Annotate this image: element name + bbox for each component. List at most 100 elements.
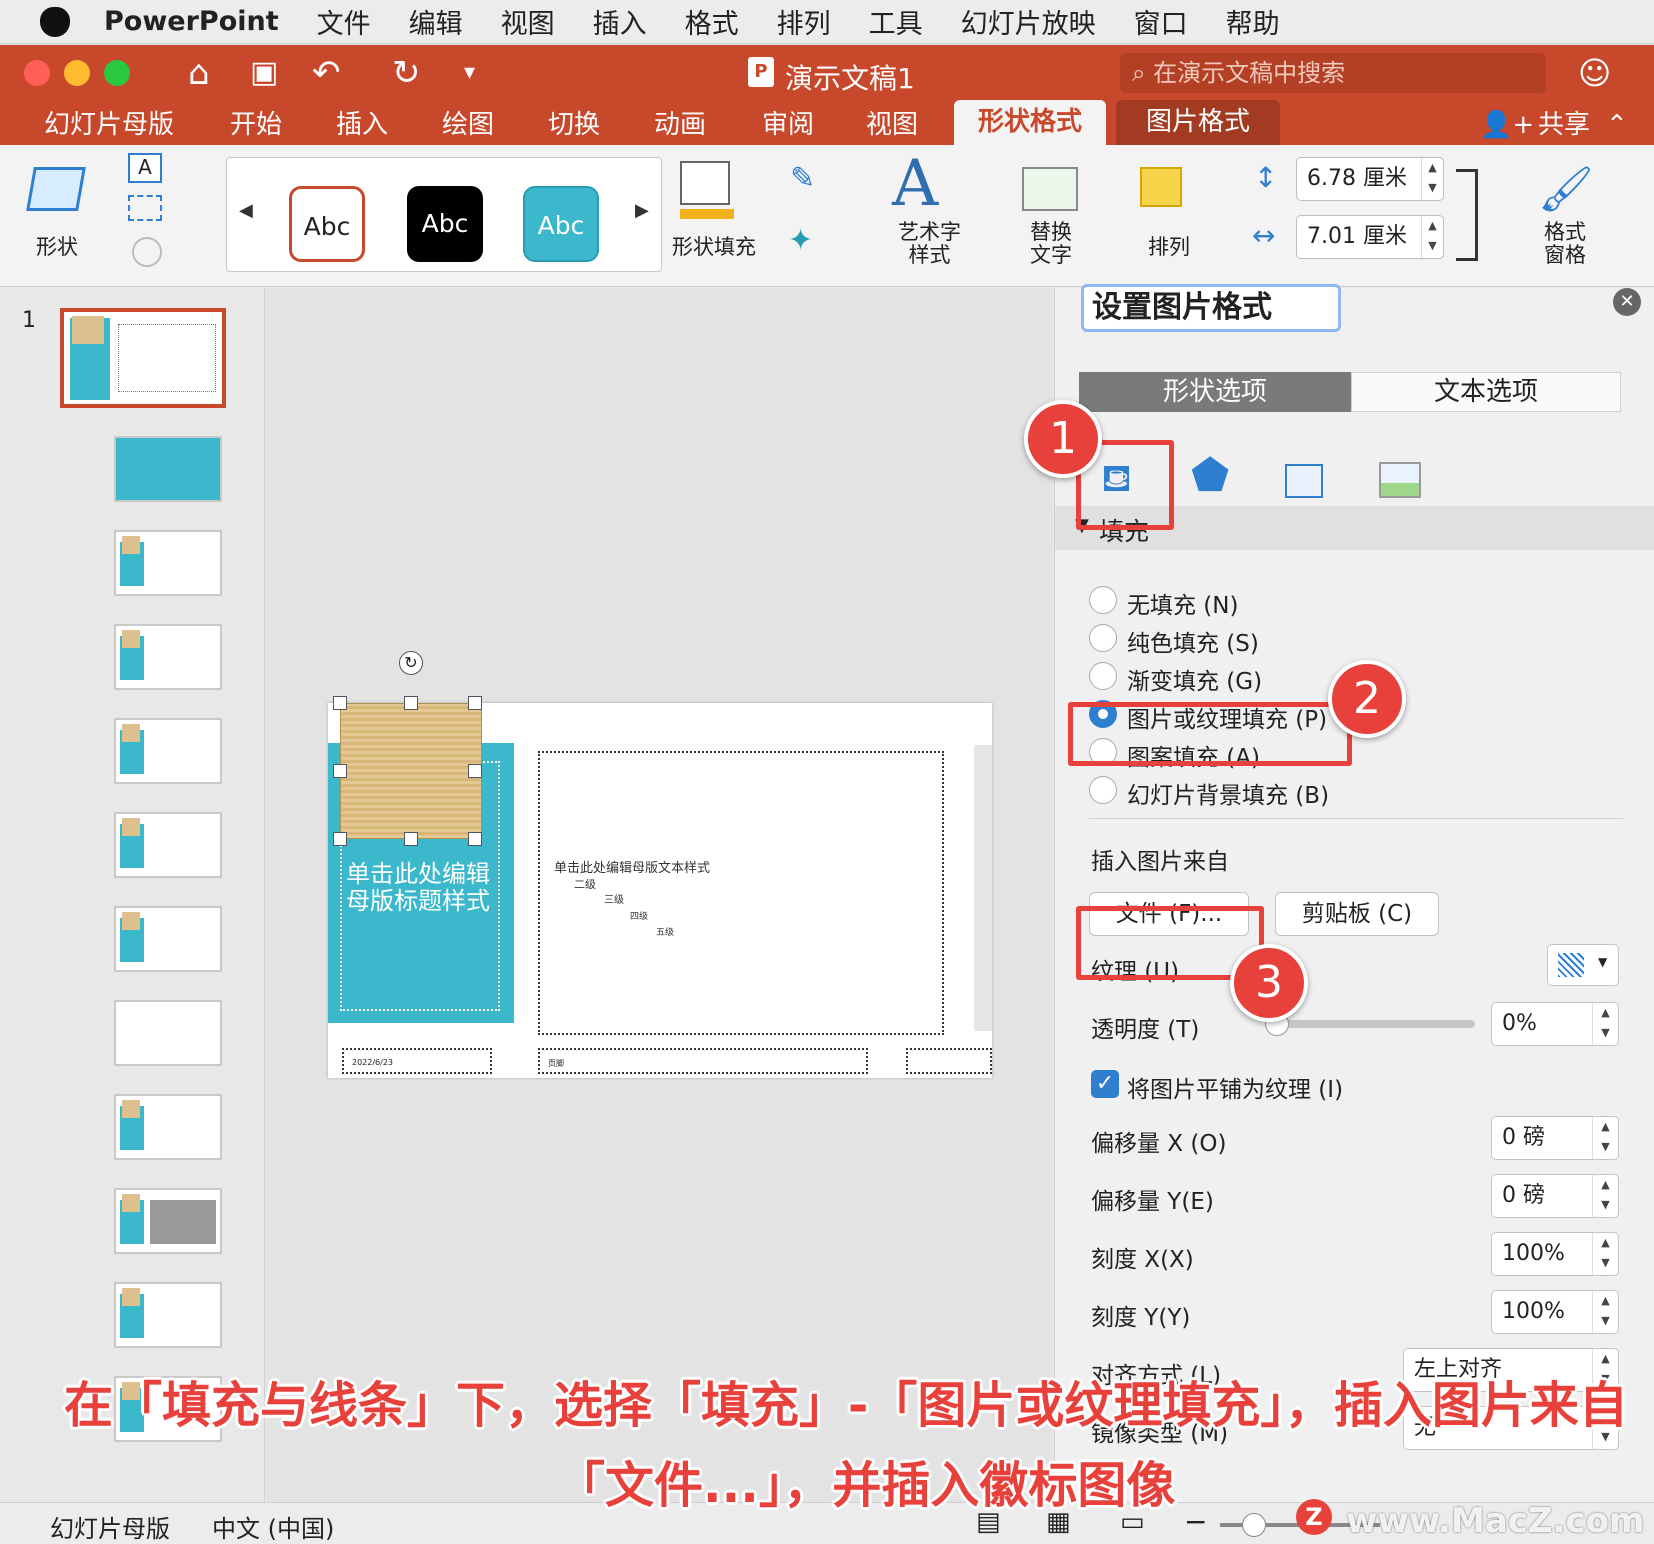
minimize-window-button[interactable] — [64, 60, 90, 86]
search-input[interactable]: ⌕ 在演示文稿中搜索 — [1120, 53, 1546, 93]
tab-picture-format[interactable]: 图片格式 — [1116, 100, 1281, 145]
resize-handle[interactable] — [468, 832, 482, 846]
menu-slideshow[interactable]: 幻灯片放映 — [961, 2, 1096, 41]
width-field[interactable]: 7.01 厘米 ▲ ▼ — [1296, 215, 1444, 259]
alt-text-icon[interactable] — [1022, 167, 1078, 211]
gallery-next-icon[interactable]: ▶ — [635, 200, 649, 221]
layout-thumbnail[interactable] — [114, 436, 222, 502]
transparency-field[interactable]: 0% ▲ ▼ — [1491, 1002, 1619, 1046]
tab-text-options[interactable]: 文本选项 — [1351, 372, 1621, 412]
zoom-slider-thumb[interactable] — [1242, 1513, 1266, 1537]
shape-effects-icon[interactable]: ✦ — [788, 223, 813, 258]
tab-animations[interactable]: 动画 — [654, 107, 706, 143]
offset-x-field[interactable]: 0 磅 ▲ ▼ — [1491, 1116, 1619, 1160]
resize-handle[interactable] — [333, 764, 347, 778]
resize-handle[interactable] — [404, 696, 418, 710]
shape-outline-icon[interactable]: ✎ — [790, 161, 815, 196]
size-properties-icon[interactable] — [1285, 464, 1323, 498]
slide-master[interactable]: 单击此处编辑母版标题样式 ↻ 单击此处编辑母版文本样式 二级 三级 四级 五级 … — [328, 651, 992, 1078]
home-icon[interactable]: ⌂ — [188, 53, 210, 93]
collapse-ribbon-icon[interactable]: ⌃ — [1606, 107, 1628, 143]
text-box-icon[interactable]: A — [128, 153, 162, 183]
shape-fill-label[interactable]: 形状填充 — [672, 231, 756, 261]
tab-slide-master[interactable]: 幻灯片母版 — [44, 107, 174, 143]
layout-thumbnail[interactable] — [114, 906, 222, 972]
tab-view[interactable]: 视图 — [866, 107, 918, 143]
zoom-window-button[interactable] — [104, 60, 130, 86]
zoom-out-icon[interactable]: − — [1184, 1505, 1207, 1538]
tab-draw[interactable]: 绘图 — [442, 107, 494, 143]
edit-points-icon[interactable] — [128, 195, 162, 221]
alt-text-label[interactable]: 替换 文字 — [1030, 221, 1072, 267]
menu-tools[interactable]: 工具 — [869, 2, 923, 41]
format-pane-label[interactable]: 格式 窗格 — [1544, 221, 1586, 267]
style-black[interactable]: Abc — [407, 186, 483, 262]
layout-thumbnail[interactable] — [114, 530, 222, 596]
scale-y-field[interactable]: 100% ▲ ▼ — [1491, 1290, 1619, 1334]
transparency-stepper[interactable]: ▲ ▼ — [1592, 1003, 1618, 1045]
tab-home[interactable]: 开始 — [230, 107, 282, 143]
effects-pentagon-icon[interactable]: ⬟ — [1191, 450, 1229, 501]
rotate-handle-icon[interactable]: ↻ — [399, 651, 423, 675]
offset-x-stepper[interactable]: ▲ ▼ — [1592, 1117, 1618, 1159]
undo-icon[interactable]: ↶ — [312, 53, 341, 93]
resize-handle[interactable] — [333, 696, 347, 710]
layout-thumbnail[interactable] — [114, 718, 222, 784]
menu-app-name[interactable]: PowerPoint — [104, 6, 279, 37]
arrange-label[interactable]: 排列 — [1148, 231, 1190, 261]
share-button[interactable]: 共享 — [1538, 107, 1590, 143]
tab-shape-format[interactable]: 形状格式 — [954, 100, 1107, 145]
tab-insert[interactable]: 插入 — [336, 107, 388, 143]
menu-format[interactable]: 格式 — [685, 2, 739, 41]
scale-x-field[interactable]: 100% ▲ ▼ — [1491, 1232, 1619, 1276]
layout-thumbnail[interactable] — [114, 624, 222, 690]
wordart-label[interactable]: 艺术字 样式 — [898, 221, 961, 267]
shapes-icon[interactable] — [26, 167, 86, 211]
gallery-prev-icon[interactable]: ◀ — [239, 200, 253, 221]
master-thumbnail[interactable] — [60, 308, 226, 408]
resize-handle[interactable] — [404, 832, 418, 846]
layout-thumbnail[interactable] — [114, 1000, 222, 1066]
menu-help[interactable]: 帮助 — [1226, 2, 1280, 41]
slide-number-placeholder[interactable] — [906, 1048, 992, 1074]
arrange-icon[interactable] — [1140, 167, 1182, 207]
customize-toolbar-icon[interactable]: ▾ — [464, 53, 475, 93]
tab-review[interactable]: 审阅 — [762, 107, 814, 143]
scale-y-stepper[interactable]: ▲ ▼ — [1592, 1291, 1618, 1333]
smiley-feedback-icon[interactable]: ☺ — [1578, 53, 1611, 93]
width-stepper[interactable]: ▲ ▼ — [1421, 216, 1443, 258]
scale-x-stepper[interactable]: ▲ ▼ — [1592, 1233, 1618, 1275]
resize-handle[interactable] — [468, 696, 482, 710]
tile-checkbox-checked[interactable]: ✓ — [1091, 1070, 1119, 1098]
resize-handle[interactable] — [468, 764, 482, 778]
share-icon[interactable]: 👤+ — [1480, 107, 1534, 143]
menu-arrange[interactable]: 排列 — [777, 2, 831, 41]
style-white[interactable]: Abc — [289, 186, 365, 262]
status-language[interactable]: 中文 (中国) — [212, 1509, 334, 1544]
apple-icon[interactable] — [40, 6, 70, 37]
footer-placeholder[interactable]: 页脚 — [538, 1048, 868, 1074]
offset-y-stepper[interactable]: ▲ ▼ — [1592, 1175, 1618, 1217]
radio-no-fill[interactable] — [1089, 586, 1117, 614]
redo-icon[interactable]: ↻ — [392, 53, 421, 93]
format-pane-icon[interactable]: 🖌 — [1538, 163, 1594, 215]
layout-thumbnail[interactable] — [114, 812, 222, 878]
layout-thumbnail[interactable] — [114, 1094, 222, 1160]
radio-gradient-fill[interactable] — [1089, 662, 1117, 690]
layout-thumbnail[interactable] — [114, 1188, 222, 1254]
offset-y-field[interactable]: 0 磅 ▲ ▼ — [1491, 1174, 1619, 1218]
close-pane-icon[interactable]: ✕ — [1613, 288, 1641, 316]
menu-edit[interactable]: 编辑 — [409, 2, 463, 41]
transparency-slider[interactable] — [1267, 1020, 1475, 1028]
menu-view[interactable]: 视图 — [501, 2, 555, 41]
date-placeholder[interactable]: 2022/6/23 — [342, 1048, 492, 1074]
picture-icon[interactable] — [1379, 462, 1421, 498]
height-stepper[interactable]: ▲ ▼ — [1421, 158, 1443, 200]
lock-aspect-icon[interactable] — [1456, 169, 1478, 261]
tab-transitions[interactable]: 切换 — [548, 107, 600, 143]
height-field[interactable]: 6.78 厘米 ▲ ▼ — [1296, 157, 1444, 201]
menu-file[interactable]: 文件 — [317, 2, 371, 41]
wordart-icon[interactable]: A — [892, 147, 938, 221]
logo-placeholder-image[interactable] — [340, 703, 482, 839]
radio-solid-fill[interactable] — [1089, 624, 1117, 652]
